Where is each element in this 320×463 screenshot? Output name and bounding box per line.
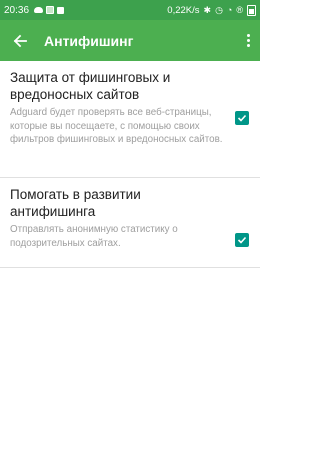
back-button[interactable] [0, 20, 40, 61]
check-icon [237, 114, 247, 122]
more-vert-dot [246, 44, 250, 47]
status-right-group: 0,22K/s ✱ ◷ ◔ ® [167, 4, 256, 16]
setting-description: Adguard будет проверять все веб-страницы… [10, 107, 223, 145]
notification-box-icon [46, 6, 55, 14]
status-bar: 20:36 0,22K/s ✱ ◷ ◔ ® [0, 0, 260, 20]
more-vert-icon [246, 34, 250, 37]
arrow-back-icon [13, 34, 27, 47]
status-left-group: 20:36 [4, 4, 65, 16]
battery-icon [247, 4, 256, 16]
check-icon [237, 236, 247, 244]
page-title: Антифишинг [44, 32, 134, 49]
setting-title: Помогать в развитии антифишинга [10, 187, 141, 219]
network-speed: 0,22K/s [167, 4, 200, 16]
help-antiphishing-checkbox[interactable] [235, 233, 249, 247]
setting-description: Отправлять анонимную статистику о подозр… [10, 224, 178, 249]
bluetooth-icon: ✱ [203, 4, 212, 15]
registered-icon: ® [236, 4, 243, 15]
more-vert-dot [246, 39, 250, 42]
setting-help-antiphishing[interactable]: Помогать в развитии антифишинга Отправля… [0, 178, 260, 268]
setting-phishing-protection[interactable]: Защита от фишинговых и вредоносных сайто… [0, 61, 260, 178]
settings-list: Защита от фишинговых и вредоносных сайто… [0, 61, 260, 268]
cloud-icon [34, 7, 44, 13]
more-options-button[interactable] [236, 20, 260, 61]
notification-square-icon [57, 6, 65, 14]
setting-title: Защита от фишинговых и вредоносных сайто… [10, 70, 171, 102]
phishing-protection-checkbox[interactable] [235, 111, 249, 125]
alarm-icon: ◷ [215, 4, 223, 15]
wifi-icon: ◔ [226, 4, 233, 15]
app-bar: Антифишинг [0, 20, 260, 61]
status-time: 20:36 [4, 4, 30, 16]
